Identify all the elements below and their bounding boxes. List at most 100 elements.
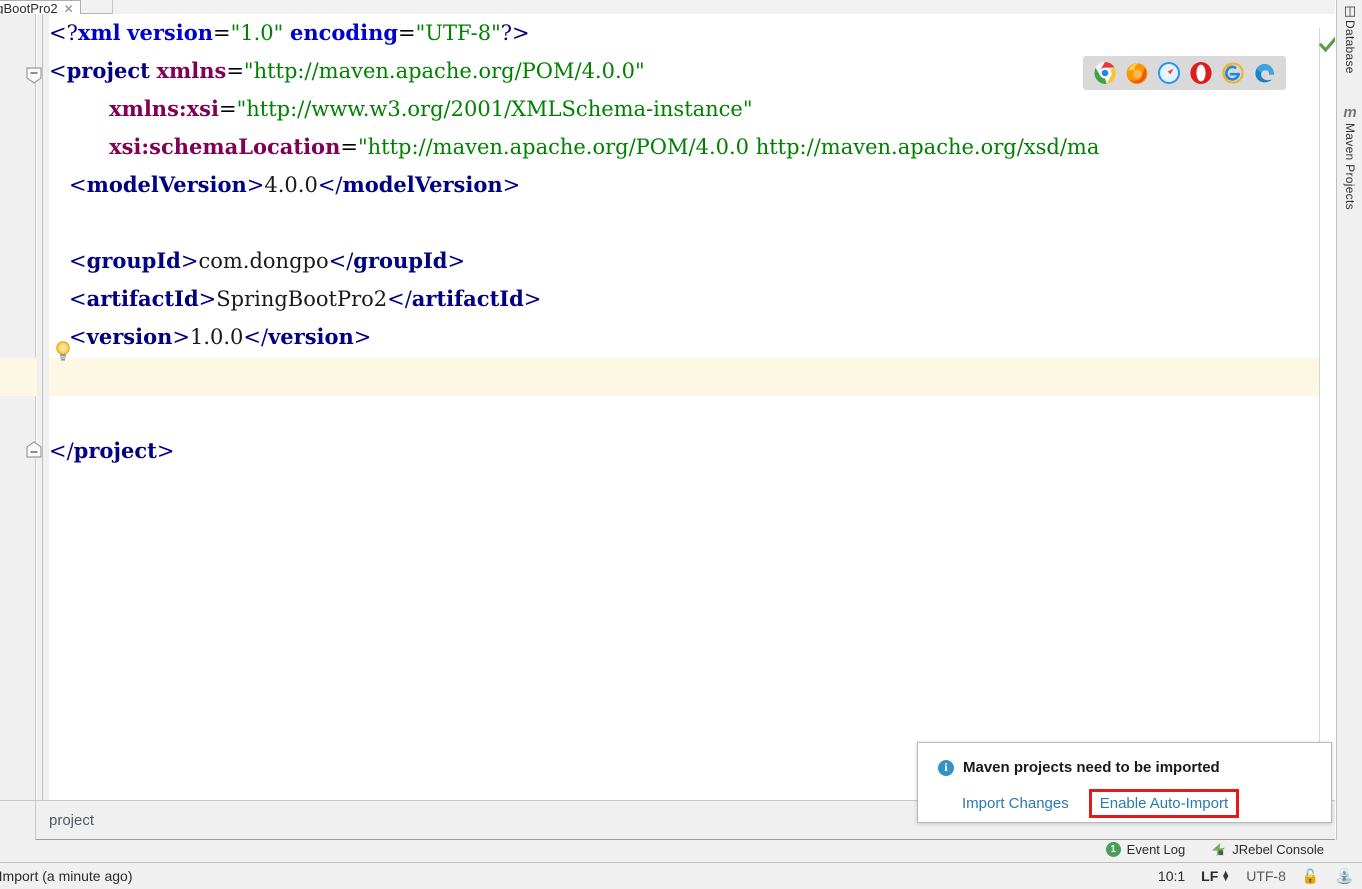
code-token: <: [69, 173, 87, 197]
safari-icon[interactable]: [1157, 61, 1181, 85]
code-token: >: [502, 173, 521, 197]
tool-window-button-event-log[interactable]: 1 Event Log: [1105, 842, 1185, 857]
code-token: =: [340, 135, 358, 159]
code-token: SpringBootPro2: [216, 287, 388, 311]
fold-collapse-icon-project-end[interactable]: [25, 441, 43, 459]
editor-tab-empty-area: [112, 0, 1335, 14]
code-line: <artifactId>SpringBootPro2</artifactId>: [49, 280, 1335, 318]
code-line: <groupId>com.dongpo</groupId>: [49, 242, 1335, 280]
code-token: "http://maven.apache.org/POM/4.0.0 http:…: [357, 135, 1100, 159]
code-token: artifactId: [86, 286, 199, 311]
code-token: </: [328, 249, 354, 273]
code-token: "UTF-8": [415, 21, 501, 45]
code-token: >: [172, 325, 190, 349]
code-token: artifactId: [411, 286, 524, 311]
code-token: </: [49, 439, 74, 463]
code-token: xsi:schemaLocation: [109, 134, 341, 159]
code-token: >: [180, 249, 199, 273]
caret-position-indicator[interactable]: 10:1: [1158, 868, 1185, 884]
code-token: </: [243, 325, 269, 349]
code-token: >: [198, 287, 217, 311]
breadcrumb[interactable]: project: [49, 812, 94, 829]
code-token: xmlns: [156, 58, 227, 83]
code-token: groupId: [86, 248, 181, 273]
code-token: >: [246, 173, 265, 197]
code-token: encoding: [289, 20, 399, 45]
edge-icon[interactable]: [1253, 61, 1277, 85]
event-log-icon: 1: [1105, 842, 1121, 857]
notification-title: Maven projects need to be imported: [963, 759, 1220, 776]
code-editor[interactable]: <?xml version="1.0" encoding="UTF-8"?> <p…: [0, 14, 1335, 800]
enable-auto-import-link[interactable]: Enable Auto-Import: [1088, 789, 1240, 818]
inspection-hat-icon[interactable]: ⛲: [1335, 867, 1354, 885]
tool-window-tab-database-label: Database: [1343, 20, 1357, 74]
code-token: <: [69, 249, 87, 273]
code-token: groupId: [353, 248, 448, 273]
status-bar-right: 10:1 LF ▲ ▼ UTF-8 🔓 ⛲: [1158, 867, 1354, 886]
code-line: </project>: [49, 432, 1335, 470]
tool-window-tab-maven-projects-label: Maven Projects: [1343, 123, 1357, 210]
chevron-updown-icon: ▲ ▼: [1221, 868, 1231, 883]
code-token: xml: [77, 20, 121, 45]
editor-tab-strip: ngBootPro2 ✕: [0, 0, 1335, 16]
tool-window-tab-maven-projects[interactable]: m Maven Projects: [1337, 105, 1362, 210]
error-stripe-gutter[interactable]: [1319, 28, 1335, 800]
code-token: project: [66, 58, 150, 83]
code-token: <: [69, 325, 87, 349]
code-token: >: [156, 439, 175, 463]
chrome-icon[interactable]: [1093, 61, 1117, 85]
code-token: <: [69, 287, 87, 311]
import-changes-link[interactable]: Import Changes: [958, 793, 1073, 814]
close-icon[interactable]: ✕: [64, 3, 74, 15]
code-line: <version>1.0.0</version>: [49, 318, 1335, 356]
jrebel-console-label: JRebel Console: [1232, 842, 1324, 857]
code-token: ?>: [500, 21, 530, 45]
code-token: com.dongpo: [198, 249, 329, 273]
code-line: xmlns:xsi="http://www.w3.org/2001/XMLSch…: [49, 90, 1335, 128]
editor-gutter[interactable]: [0, 14, 36, 800]
breadcrumb-gutter: [0, 801, 36, 840]
code-token: =: [226, 59, 244, 83]
code-token: =: [212, 21, 231, 45]
tool-window-button-jrebel-console[interactable]: JRebel Console: [1211, 842, 1324, 857]
code-token: modelVersion: [86, 172, 247, 197]
database-icon: ◫: [1343, 3, 1357, 18]
internet-explorer-icon[interactable]: [1221, 61, 1245, 85]
code-token: "http://www.w3.org/2001/XMLSchema-instan…: [236, 97, 753, 121]
encoding-indicator[interactable]: UTF-8: [1246, 868, 1286, 884]
code-token: </: [387, 287, 412, 311]
code-token: "http://maven.apache.org/POM/4.0.0": [243, 59, 645, 83]
opera-icon[interactable]: [1189, 61, 1213, 85]
status-bar: -Import (a minute ago) 10:1 LF ▲ ▼ UTF-8 …: [0, 862, 1362, 889]
code-token: modelVersion: [342, 172, 503, 197]
editor-fold-gutter[interactable]: [37, 14, 49, 800]
code-token: 1.0.0: [189, 325, 244, 349]
browser-launch-bar[interactable]: [1083, 56, 1286, 90]
unlocked-icon[interactable]: 🔓: [1302, 868, 1319, 885]
tool-window-tab-database[interactable]: ◫ Database: [1337, 4, 1362, 74]
editor-tab-springbootpro2[interactable]: ngBootPro2 ✕: [0, 0, 81, 16]
line-separator-label: LF: [1201, 868, 1219, 884]
bottom-toolbar-items: 1 Event Log JRebel Console: [1105, 842, 1324, 857]
info-icon: i: [938, 759, 954, 776]
code-token: version: [268, 324, 354, 349]
code-token: xmlns:xsi: [109, 96, 219, 121]
code-token: <: [49, 59, 67, 83]
fold-collapse-icon-project[interactable]: [25, 66, 43, 84]
code-token: "1.0": [230, 21, 284, 45]
caret-line-gutter-highlight: [0, 358, 36, 396]
inspection-ok-check-icon[interactable]: [1318, 36, 1335, 54]
code-text[interactable]: <?xml version="1.0" encoding="UTF-8"?> <p…: [49, 14, 1335, 800]
intellij-idea-window: ngBootPro2 ✕ <?xml version="1.0" e: [0, 0, 1362, 889]
code-line: <?xml version="1.0" encoding="UTF-8"?>: [49, 14, 1335, 52]
bottom-tool-window-bar: 1 Event Log JRebel Console: [0, 840, 1362, 862]
code-token: =: [218, 97, 237, 121]
code-token: =: [398, 21, 416, 45]
line-separator-indicator[interactable]: LF ▲ ▼: [1201, 868, 1230, 884]
code-token: project: [73, 438, 157, 463]
firefox-icon[interactable]: [1125, 61, 1149, 85]
maven-icon: m: [1343, 104, 1357, 121]
